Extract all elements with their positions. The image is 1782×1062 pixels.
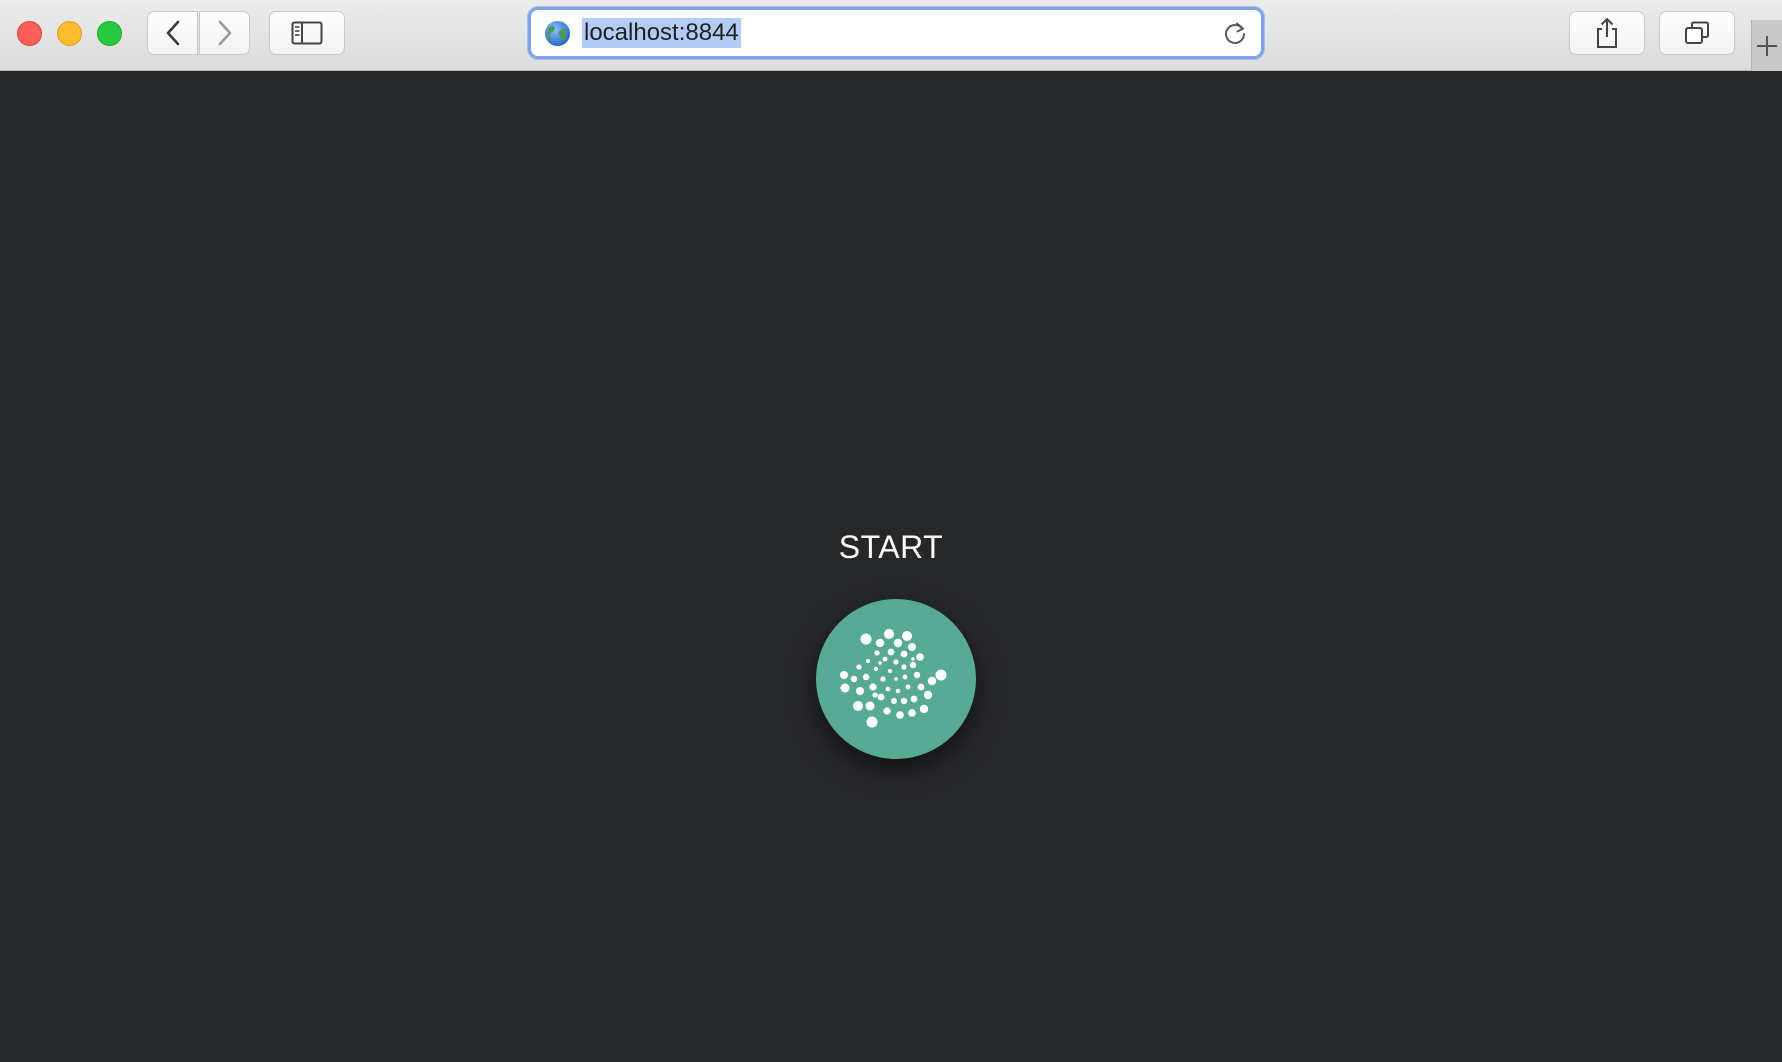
start-button[interactable]: [816, 599, 976, 759]
chevron-left-icon: [166, 20, 179, 46]
globe-icon: [544, 20, 571, 47]
tab-overview-button[interactable]: [1659, 11, 1735, 55]
new-tab-button[interactable]: [1751, 20, 1782, 71]
browser-toolbar: localhost:8844: [0, 0, 1782, 71]
reload-icon[interactable]: [1221, 20, 1249, 48]
chevron-right-icon: [218, 20, 231, 46]
browser-window: localhost:8844 START: [0, 0, 1782, 1062]
maximize-window-button[interactable]: [97, 21, 122, 46]
start-label: START: [838, 529, 944, 565]
sidebar-toggle-button[interactable]: [269, 11, 345, 55]
plus-icon: [1757, 35, 1777, 56]
forward-button[interactable]: [199, 11, 250, 55]
url-text[interactable]: localhost:8844: [582, 18, 741, 48]
page-content: START: [0, 71, 1782, 1062]
back-button[interactable]: [147, 11, 198, 55]
minimize-window-button[interactable]: [57, 21, 82, 46]
iota-logo-icon: [840, 629, 947, 728]
sidebar-icon: [291, 21, 323, 45]
address-bar[interactable]: localhost:8844: [528, 7, 1264, 59]
close-window-button[interactable]: [17, 21, 42, 46]
share-button[interactable]: [1569, 11, 1645, 55]
share-icon: [1597, 18, 1617, 48]
tab-overview-icon: [1685, 21, 1709, 44]
